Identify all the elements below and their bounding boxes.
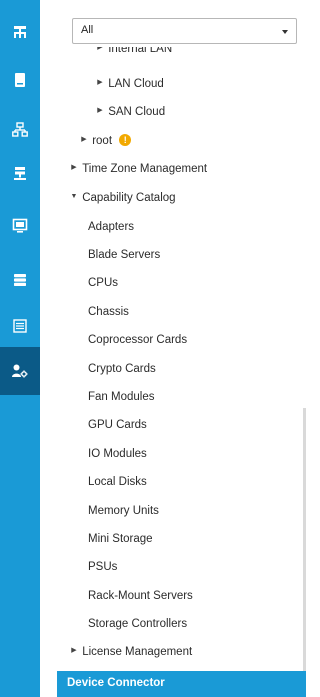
tree-node-adapters[interactable]: Adapters <box>88 216 134 238</box>
chevron-down-icon <box>282 30 288 34</box>
scrollbar[interactable] <box>303 408 306 671</box>
collapse-arrow-icon[interactable]: ▼ <box>69 186 79 208</box>
tree-node-label: SAN Cloud <box>108 106 166 118</box>
tree-node-label: Mini Storage <box>88 533 153 545</box>
tree-node-cpus[interactable]: CPUs <box>88 272 118 294</box>
expand-arrow-icon[interactable]: ▶ <box>95 100 105 122</box>
tree-node-label: Memory Units <box>88 505 159 517</box>
expand-arrow-icon[interactable]: ▶ <box>69 157 79 179</box>
lan-icon <box>12 122 28 137</box>
vm-icon <box>12 218 28 233</box>
tree-node-label: PSUs <box>88 561 118 573</box>
tree-node-label: Chassis <box>88 306 129 318</box>
lan-nav-button[interactable] <box>0 106 40 154</box>
tree-node-psus[interactable]: PSUs <box>88 556 117 578</box>
tree-node-san-cloud[interactable]: ▶ SAN Cloud <box>95 101 165 123</box>
tree-node-storage-controllers[interactable]: Storage Controllers <box>88 613 187 635</box>
chassis-icon <box>13 319 27 333</box>
tree-node-crypto-cards[interactable]: Crypto Cards <box>88 358 156 380</box>
tree-node-internal-lan[interactable]: ▶ Internal LAN <box>95 47 172 59</box>
app-root: ▶ Internal LAN ▶ LAN Cloud ▶ SAN Cloud ▶… <box>0 0 306 697</box>
tree-node-license-management[interactable]: ▶ License Management <box>69 641 192 663</box>
navigation-tree-panel: ▶ Internal LAN ▶ LAN Cloud ▶ SAN Cloud ▶… <box>57 0 306 697</box>
expand-arrow-icon[interactable]: ▶ <box>69 640 79 662</box>
expand-arrow-icon: ▶ <box>97 47 103 51</box>
tree-node-label: Blade Servers <box>88 249 161 261</box>
tree-node-label: Rack-Mount Servers <box>88 590 193 602</box>
filter-dropdown[interactable]: All <box>72 18 297 44</box>
server-icon <box>15 73 25 87</box>
tree-node-label: Device Connector <box>67 677 165 689</box>
tree-node-lan-cloud[interactable]: ▶ LAN Cloud <box>95 73 164 95</box>
tree-node-label: CPUs <box>88 277 119 289</box>
tree-node-label: Local Disks <box>88 476 147 488</box>
equipment-nav-button[interactable] <box>0 8 40 56</box>
filter-value: All <box>81 24 94 36</box>
vm-nav-button[interactable] <box>0 202 40 250</box>
tree-node-io-modules[interactable]: IO Modules <box>88 443 147 465</box>
tree-node-device-connector[interactable]: Device Connector <box>57 671 306 697</box>
tree-node-label: Fan Modules <box>88 391 155 403</box>
tree-node-root[interactable]: ▶ root ! <box>79 129 132 152</box>
san-icon <box>14 167 26 180</box>
tree-node-capability-catalog[interactable]: ▼ Capability Catalog <box>69 187 176 209</box>
tree-node-label: License Management <box>82 646 193 658</box>
tree-node-blade-servers[interactable]: Blade Servers <box>88 244 160 266</box>
tree-node-label: Adapters <box>88 221 135 233</box>
tree-node-label: Storage Controllers <box>88 618 188 630</box>
tree-node-fan-modules[interactable]: Fan Modules <box>88 386 154 408</box>
san-nav-button[interactable] <box>0 150 40 198</box>
storage-nav-button[interactable] <box>0 256 40 304</box>
tree-node-label: Internal LAN <box>108 47 173 55</box>
tree-node-label: IO Modules <box>88 448 147 460</box>
tree-node-gpu-cards[interactable]: GPU Cards <box>88 414 147 436</box>
tree-node-memory-units[interactable]: Memory Units <box>88 500 159 522</box>
tree-node-label: root <box>92 135 113 147</box>
nav-rail <box>0 0 40 697</box>
servers-nav-button[interactable] <box>0 56 40 104</box>
admin-icon <box>12 364 28 378</box>
tree-node-coprocessor-cards[interactable]: Coprocessor Cards <box>88 329 187 351</box>
tree-node-chassis[interactable]: Chassis <box>88 301 129 323</box>
tree-node-rack-mount-servers[interactable]: Rack-Mount Servers <box>88 585 193 607</box>
tree-node-mini-storage[interactable]: Mini Storage <box>88 528 153 550</box>
admin-nav-button[interactable] <box>0 347 40 395</box>
equipment-icon <box>14 26 26 38</box>
tree-node-label: Time Zone Management <box>82 163 208 175</box>
chassis-nav-button[interactable] <box>0 302 40 350</box>
tree-node-label: GPU Cards <box>88 419 147 431</box>
tree-node-local-disks[interactable]: Local Disks <box>88 471 147 493</box>
navigation-tree: ▶ Internal LAN ▶ LAN Cloud ▶ SAN Cloud ▶… <box>57 0 306 697</box>
tree-node-time-zone-management[interactable]: ▶ Time Zone Management <box>69 158 207 180</box>
expand-arrow-icon[interactable]: ▶ <box>79 129 89 151</box>
storage-icon <box>14 274 26 286</box>
tree-node-label: LAN Cloud <box>108 78 164 90</box>
expand-arrow-icon[interactable]: ▶ <box>95 72 105 94</box>
tree-node-label: Crypto Cards <box>88 363 156 375</box>
tree-node-label: Coprocessor Cards <box>88 334 188 346</box>
warning-icon: ! <box>119 134 132 146</box>
tree-node-label: Capability Catalog <box>82 192 176 204</box>
